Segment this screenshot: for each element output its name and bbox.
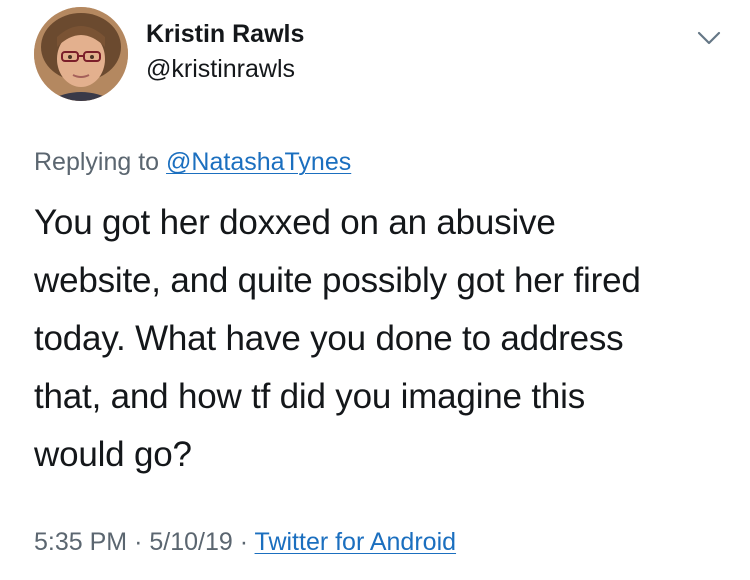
chevron-down-icon[interactable]	[695, 28, 723, 48]
meta-separator: ·	[134, 528, 143, 556]
tweet-text: You got her doxxed on an abusive website…	[34, 194, 724, 484]
author-display-name[interactable]: Kristin Rawls	[146, 18, 304, 50]
tweet-text-line: website, and quite possibly got her fire…	[34, 261, 641, 300]
tweet-date: 5/10/19	[149, 528, 233, 556]
tweet-source-link[interactable]: Twitter for Android	[255, 528, 456, 556]
tweet-text-line: today. What have you done to address	[34, 319, 624, 358]
tweet-text-line: You got her doxxed on an abusive	[34, 203, 556, 242]
avatar[interactable]	[34, 7, 128, 101]
tweet-time: 5:35 PM	[34, 528, 128, 556]
tweet-text-line: would go?	[34, 435, 192, 474]
reply-prefix: Replying to	[34, 148, 160, 176]
author-handle[interactable]: @kristinrawls	[146, 53, 304, 85]
tweet-card: Kristin Rawls @kristinrawls Replying to …	[0, 0, 750, 580]
tweet-meta: 5:35 PM · 5/10/19 · Twitter for Android	[34, 526, 456, 558]
reply-mention-link[interactable]: @NatashaTynes	[166, 148, 351, 176]
meta-separator: ·	[239, 528, 249, 556]
tweet-text-line: that, and how tf did you imagine this	[34, 377, 585, 416]
profile-photo-icon	[34, 7, 128, 101]
reply-context: Replying to @NatashaTynes	[34, 146, 351, 178]
author-block: Kristin Rawls @kristinrawls	[146, 18, 304, 85]
